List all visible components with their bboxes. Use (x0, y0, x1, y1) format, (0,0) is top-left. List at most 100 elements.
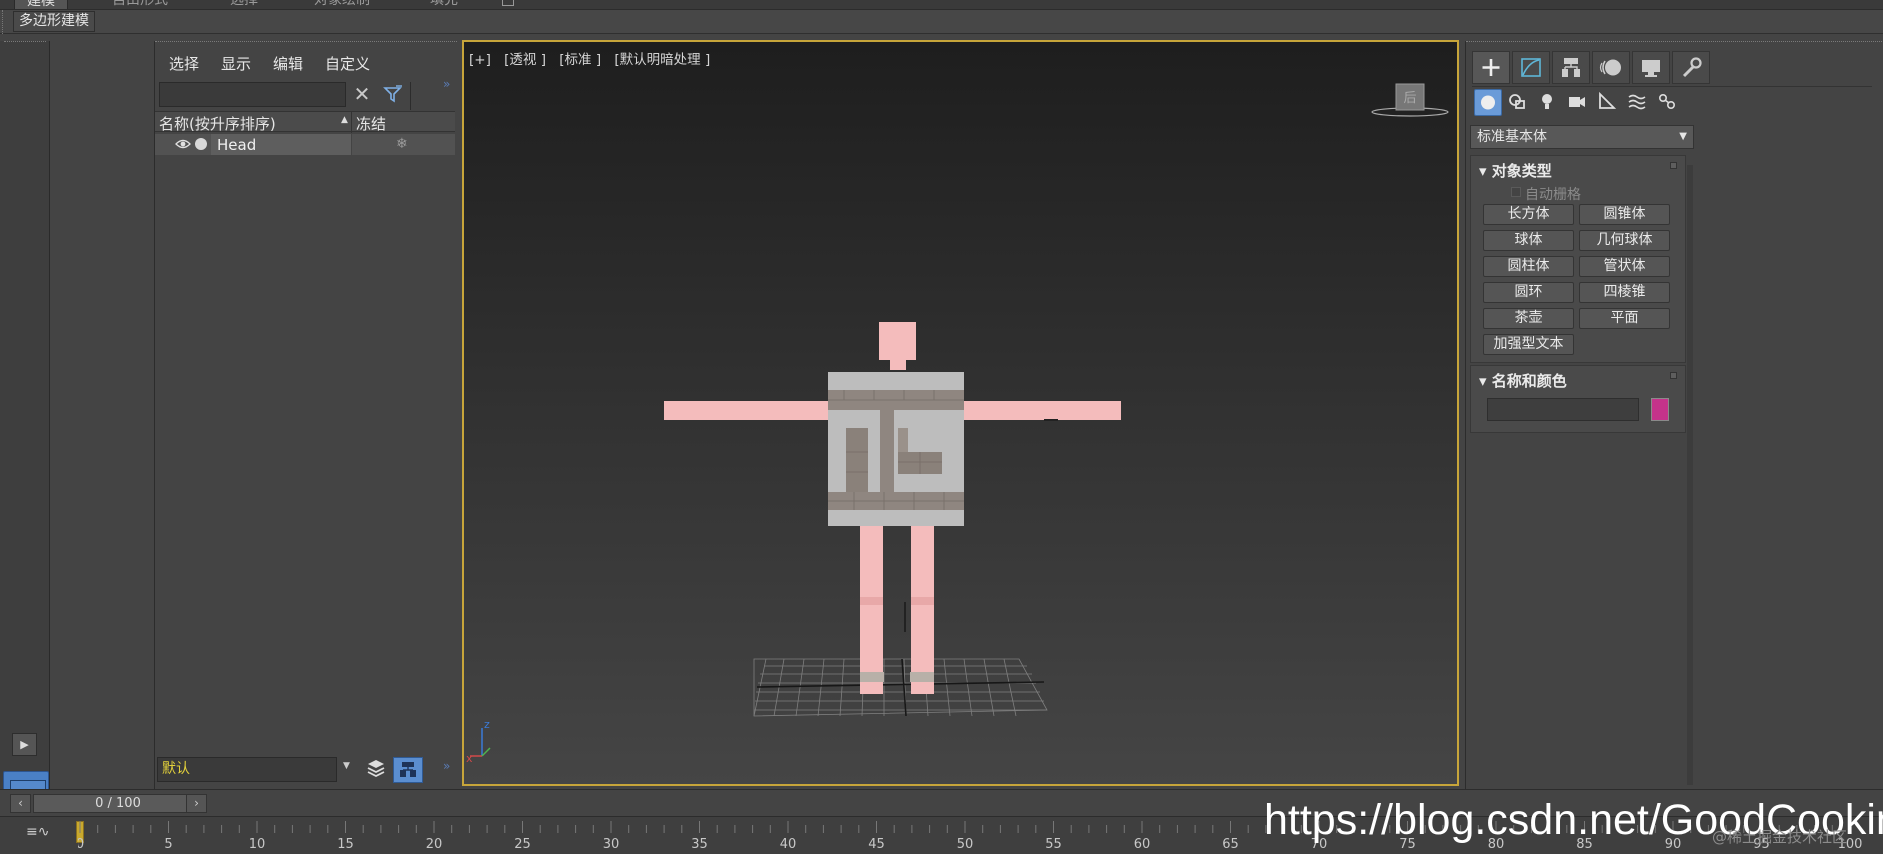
geometry-subtab[interactable] (1474, 89, 1502, 116)
spacewarps-subtab[interactable] (1624, 89, 1652, 116)
search-input[interactable] (159, 82, 346, 107)
rollout-title-name-color[interactable]: ▾ 名称和颜色 (1479, 370, 1567, 391)
column-header-name[interactable]: 名称(按升序排序) (159, 113, 276, 134)
menu-select[interactable]: 选择 (169, 53, 199, 74)
ruler-tick-label: 5 (164, 837, 172, 852)
model-right-arm (964, 401, 1121, 420)
ruler-tick-label: 10 (249, 837, 266, 852)
panel-grip[interactable] (155, 41, 457, 42)
perspective-viewport[interactable]: [+] [透视 ] [标准 ] [默认明暗处理 ] 后 z x (462, 40, 1459, 786)
ground-grid (753, 658, 1048, 717)
shapes-subtab[interactable] (1504, 89, 1532, 116)
ribbon-tab-populate[interactable]: 填充 (430, 0, 458, 9)
time-slider[interactable]: 0 / 100 (33, 794, 203, 813)
pyramid-button[interactable]: 四棱锥 (1579, 282, 1670, 303)
double-chevron-icon[interactable]: » (443, 759, 450, 773)
checkbox-box[interactable] (1511, 187, 1521, 197)
box-button[interactable]: 长方体 (1483, 204, 1574, 225)
motion-tab[interactable] (1592, 51, 1630, 84)
ruler-tick-label: 35 (691, 837, 708, 852)
menu-display[interactable]: 显示 (221, 53, 251, 74)
chevron-down-icon: ▼ (1679, 131, 1687, 142)
shapes-icon (1509, 94, 1525, 109)
systems-icon (1659, 94, 1676, 110)
model-left-leg (860, 524, 883, 694)
sphere-button[interactable]: 球体 (1483, 230, 1574, 251)
teapot-button[interactable]: 茶壶 (1483, 308, 1574, 329)
spacewarp-icon (1628, 94, 1646, 110)
plane-button[interactable]: 平面 (1579, 308, 1670, 329)
display-icon (1642, 60, 1660, 77)
ruler-icon (1599, 91, 1617, 109)
column-divider[interactable] (351, 112, 352, 133)
cameras-subtab[interactable] (1564, 89, 1592, 116)
create-tab[interactable] (1472, 51, 1510, 84)
name-color-rollout: ▾ 名称和颜色 (1470, 365, 1686, 433)
tube-button[interactable]: 管状体 (1579, 256, 1670, 277)
rollout-title-object-type[interactable]: ▾ 对象类型 (1479, 160, 1552, 181)
cylinder-button[interactable]: 圆柱体 (1483, 256, 1574, 277)
systems-subtab[interactable] (1654, 89, 1682, 116)
command-panel-scrollbar[interactable] (1687, 165, 1693, 785)
expand-arrow-icon[interactable]: ▶ (12, 733, 37, 756)
modify-tab[interactable] (1512, 51, 1550, 84)
category-value: 标准基本体 (1477, 129, 1547, 145)
ribbon-tab-freeform[interactable]: 自由形式 (112, 0, 168, 9)
layer-selector[interactable]: 默认 (157, 757, 337, 782)
ribbon-panel-row: 多边形建模 (0, 10, 1883, 34)
layers-icon[interactable] (363, 757, 389, 783)
previous-frame-icon[interactable]: ‹ (10, 794, 31, 813)
ribbon-grip[interactable] (2, 10, 6, 34)
helpers-subtab[interactable] (1594, 89, 1622, 116)
rollout-pin-icon[interactable] (1670, 372, 1677, 379)
polygon-modeling-button[interactable]: 多边形建模 (13, 11, 95, 32)
utilities-tab[interactable] (1672, 51, 1710, 84)
ruler-tick-label: 50 (957, 837, 974, 852)
axis-tripod: z x (464, 718, 504, 765)
panel-grip[interactable] (1466, 41, 1883, 42)
geosphere-button[interactable]: 几何球体 (1579, 230, 1670, 251)
display-tab[interactable] (1632, 51, 1670, 84)
freeze-snowflake-icon[interactable]: ❄ (396, 136, 408, 152)
list-item[interactable]: Head ❄ (155, 134, 455, 155)
light-bulb-icon (1542, 94, 1552, 109)
ribbon-tab-selection[interactable]: 选择 (230, 0, 258, 9)
filter-icon[interactable] (381, 82, 405, 106)
ribbon-tab-object-paint[interactable]: 对象绘制 (314, 0, 370, 9)
ruler-tick-label: 40 (780, 837, 797, 852)
panel-grip[interactable] (4, 41, 46, 43)
ruler-tick-label: 25 (514, 837, 531, 852)
torus-button[interactable]: 圆环 (1483, 282, 1574, 303)
next-frame-icon[interactable]: › (186, 794, 207, 813)
character-model (664, 322, 1121, 694)
menu-customize[interactable]: 自定义 (325, 53, 370, 74)
cone-button[interactable]: 圆锥体 (1579, 204, 1670, 225)
double-chevron-icon[interactable]: » (443, 77, 450, 91)
command-panel: 标准基本体 ▼ ▾ 对象类型 自动栅格 长方体 圆锥体 球体 几何球体 圆柱体 … (1465, 41, 1883, 789)
toolbar-separator (410, 82, 411, 110)
utilities-icon (1682, 57, 1702, 78)
textplus-button[interactable]: 加强型文本 (1483, 334, 1574, 355)
rollout-pin-icon[interactable] (1670, 162, 1677, 169)
axis-x-label: x (466, 752, 473, 763)
hierarchy-mode-icon[interactable] (393, 757, 423, 783)
clear-search-icon[interactable]: ✕ (351, 82, 373, 106)
divider (1472, 86, 1872, 87)
chevron-down-icon[interactable]: ▼ (343, 761, 350, 771)
autogrid-label: 自动栅格 (1525, 187, 1581, 203)
object-name[interactable]: Head (217, 136, 256, 154)
curve-editor-icon[interactable]: ≡∿ (26, 824, 49, 840)
watermark-community: @稀土掘金技术社区 (1712, 828, 1848, 846)
visibility-eye-icon[interactable] (175, 137, 191, 151)
primitive-category-dropdown[interactable]: 标准基本体 ▼ (1470, 125, 1694, 149)
hierarchy-tab[interactable] (1552, 51, 1590, 84)
model-torso (828, 372, 964, 526)
column-header-frozen[interactable]: 冻结 (356, 113, 386, 134)
object-color-swatch[interactable] (1651, 398, 1669, 421)
autogrid-checkbox[interactable]: 自动栅格 (1511, 184, 1581, 204)
ribbon-toggle-icon[interactable] (502, 0, 514, 6)
object-name-field[interactable] (1487, 398, 1639, 421)
menu-edit[interactable]: 编辑 (273, 53, 303, 74)
lights-subtab[interactable] (1534, 89, 1562, 116)
ribbon-tab-modeling[interactable]: 建模 (14, 0, 68, 9)
